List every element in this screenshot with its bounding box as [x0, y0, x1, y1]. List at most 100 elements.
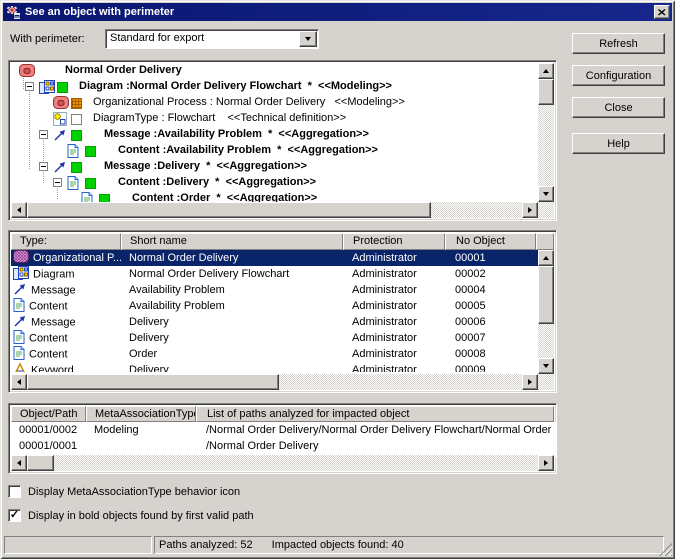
cell-type: Content — [29, 300, 68, 312]
scroll-right-icon[interactable] — [522, 202, 538, 218]
table-row[interactable]: 00001/0001 /Normal Order Delivery — [11, 438, 556, 454]
column-header-paths-list[interactable]: List of paths analyzed for impacted obje… — [196, 406, 554, 422]
scroll-up-icon[interactable] — [538, 250, 554, 266]
tree-row-label: Content :Delivery * <<Aggregation>> — [118, 176, 316, 188]
cell-no-object: 00007 — [445, 332, 536, 344]
scroll-right-icon[interactable] — [522, 374, 538, 390]
configuration-button[interactable]: Configuration — [572, 65, 665, 86]
column-header-meta-association-type[interactable]: MetaAssociationType — [86, 406, 196, 422]
cell-no-object: 00008 — [445, 348, 536, 360]
tree-row[interactable]: Organizational Process : Normal Order De… — [11, 95, 540, 111]
scroll-left-icon[interactable] — [11, 455, 27, 471]
cell-type: Message — [31, 316, 76, 328]
scrollbar-thumb[interactable] — [27, 455, 54, 471]
close-icon[interactable] — [654, 5, 670, 19]
close-button[interactable]: Close — [572, 97, 665, 118]
scrollbar-thumb[interactable] — [538, 79, 554, 105]
tree-row[interactable]: Content :Delivery * <<Aggregation>> — [11, 175, 540, 191]
tree-row[interactable]: Normal Order Delivery — [11, 63, 540, 79]
tree-horizontal-scrollbar[interactable] — [11, 202, 538, 218]
cell-type: Content — [29, 332, 68, 344]
collapse-icon[interactable] — [25, 82, 34, 91]
impact-tree: Normal Order Delivery Diagram :Normal Or… — [11, 63, 540, 204]
column-header-short-name[interactable]: Short name — [121, 233, 343, 250]
object-list-panel: Type: Short name Protection No Object Or… — [8, 230, 557, 393]
table-row[interactable]: Content Delivery Administrator 00007 — [11, 330, 540, 346]
collapse-icon[interactable] — [53, 178, 62, 187]
column-header-no-object[interactable]: No Object — [445, 233, 536, 250]
perimeter-select[interactable]: Standard for export — [105, 29, 319, 49]
object-list-horizontal-scrollbar[interactable] — [11, 374, 538, 390]
tree-row[interactable]: Diagram :Normal Order Delivery Flowchart… — [11, 79, 540, 95]
scroll-left-icon[interactable] — [11, 202, 27, 218]
scrollbar-thumb[interactable] — [538, 266, 554, 324]
content-icon — [13, 330, 25, 347]
column-header-type[interactable]: Type: — [11, 233, 121, 250]
checkbox-label: Display MetaAssociationType behavior ico… — [28, 486, 240, 498]
paths-analyzed-text: Paths analyzed: 52 — [159, 539, 253, 551]
table-row[interactable]: Organizational P... Normal Order Deliver… — [11, 250, 540, 266]
table-row[interactable]: Keyword Delivery Administrator 00009 — [11, 362, 540, 372]
checkbox-unchecked-icon[interactable] — [8, 485, 21, 498]
cell-type: Message — [31, 284, 76, 296]
checkbox-checked-icon[interactable]: ✓ — [8, 509, 21, 522]
display-bold-first-valid-path-checkbox[interactable]: ✓ Display in bold objects found by first… — [8, 509, 254, 522]
scroll-up-icon[interactable] — [538, 63, 554, 79]
status-checkbox-empty-icon — [71, 114, 82, 125]
path-list-horizontal-scrollbar[interactable] — [11, 455, 554, 471]
tree-row[interactable]: Message :Delivery * <<Aggregation>> — [11, 159, 540, 175]
scroll-right-icon[interactable] — [538, 455, 554, 471]
cell-paths-list: /Normal Order Delivery/Normal Order Deli… — [196, 424, 556, 436]
tree-row[interactable]: Message :Availability Problem * <<Aggreg… — [11, 127, 540, 143]
scrollbar-thumb[interactable] — [27, 374, 279, 390]
status-green-icon — [85, 178, 96, 189]
scroll-left-icon[interactable] — [11, 374, 27, 390]
scroll-down-icon[interactable] — [538, 186, 554, 202]
tree-row[interactable]: DiagramType : Flowchart <<Technical defi… — [11, 111, 540, 127]
cell-object-path: 00001/0001 — [11, 440, 86, 452]
collapse-icon[interactable] — [39, 130, 48, 139]
collapse-icon[interactable] — [39, 162, 48, 171]
scrollbar-thumb[interactable] — [27, 202, 431, 218]
status-bar: Paths analyzed: 52 Impacted objects foun… — [2, 532, 673, 557]
cell-type: Keyword — [31, 364, 74, 372]
perimeter-value: Standard for export — [110, 32, 204, 44]
status-green-icon — [85, 146, 96, 157]
scrollbar-corner — [538, 374, 554, 390]
column-header-object-path[interactable]: Object/Path — [11, 406, 86, 422]
column-header-protection[interactable]: Protection — [343, 233, 445, 250]
help-button[interactable]: Help — [572, 133, 665, 154]
table-row[interactable]: Message Availability Problem Administrat… — [11, 282, 540, 298]
diagram-icon — [13, 266, 29, 283]
display-meta-association-behavior-checkbox[interactable]: Display MetaAssociationType behavior ico… — [8, 485, 240, 498]
table-row[interactable]: Diagram Normal Order Delivery Flowchart … — [11, 266, 540, 282]
message-icon — [13, 314, 27, 331]
table-row[interactable]: Content Availability Problem Administrat… — [11, 298, 540, 314]
cell-short-name: Delivery — [121, 332, 343, 344]
cell-no-object: 00006 — [445, 316, 536, 328]
chevron-down-icon[interactable] — [299, 31, 317, 47]
tree-row[interactable]: Content :Availability Problem * <<Aggreg… — [11, 143, 540, 159]
object-list-vertical-scrollbar[interactable] — [538, 250, 554, 374]
table-row[interactable]: Content Order Administrator 00008 — [11, 346, 540, 362]
tree-row-label: Diagram :Normal Order Delivery Flowchart… — [79, 80, 392, 92]
table-row[interactable]: 00001/0002 Modeling /Normal Order Delive… — [11, 422, 556, 438]
app-icon — [5, 4, 21, 20]
scrollbar-corner — [538, 202, 554, 218]
cell-short-name: Order — [121, 348, 343, 360]
cell-short-name: Normal Order Delivery Flowchart — [121, 268, 343, 280]
checkbox-label: Display in bold objects found by first v… — [28, 510, 254, 522]
content-icon — [13, 346, 25, 363]
dialog-see-object-with-perimeter: See an object with perimeter With perime… — [0, 0, 675, 559]
cell-protection: Administrator — [343, 316, 445, 328]
scroll-down-icon[interactable] — [538, 358, 554, 374]
status-green-icon — [71, 162, 82, 173]
tree-vertical-scrollbar[interactable] — [538, 63, 554, 202]
cell-no-object: 00004 — [445, 284, 536, 296]
titlebar[interactable]: See an object with perimeter — [3, 3, 672, 21]
cell-type: Organizational P... — [33, 252, 121, 264]
table-row[interactable]: Message Delivery Administrator 00006 — [11, 314, 540, 330]
impacted-objects-text: Impacted objects found: 40 — [272, 539, 404, 551]
refresh-button[interactable]: Refresh — [572, 33, 665, 54]
cell-meta-association-type: Modeling — [86, 424, 196, 436]
